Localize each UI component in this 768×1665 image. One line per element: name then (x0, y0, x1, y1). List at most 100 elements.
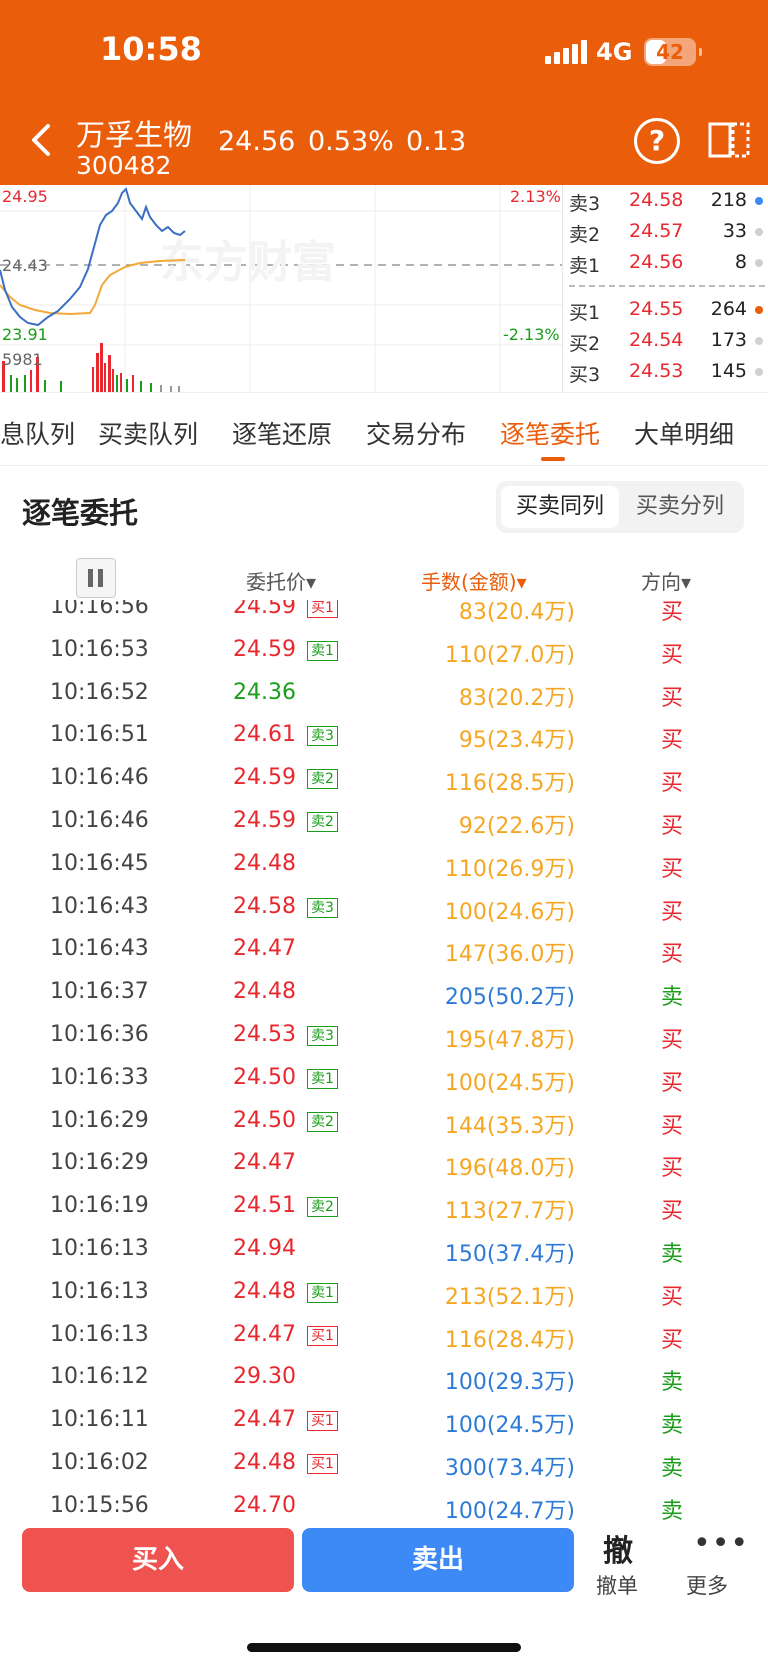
tick-queue-tag: 卖2 (307, 1197, 338, 1218)
book-dot (755, 337, 763, 345)
tick-row: 10:16:46 24.59 卖2 92(22.6万) 买 (0, 802, 768, 845)
tick-time: 10:16:13 (50, 1278, 149, 1304)
tick-amount: 100(24.5万) (444, 1413, 575, 1439)
tick-direction: 买 (661, 1156, 684, 1182)
tick-queue-tag: 卖2 (307, 1111, 338, 1132)
stock-header: 万孚生物 300482 24.56 0.53% 0.13 ? (0, 100, 768, 185)
chart-volume: 5981 (2, 350, 43, 369)
watermark: 东方财富 (160, 238, 336, 287)
intraday-chart[interactable]: 东方财富 24.95 24.43 23.91 2.13% -2.13% 5981 (0, 185, 562, 392)
book-label: 买3 (569, 364, 601, 386)
tick-queue-tag: 卖3 (307, 897, 338, 918)
tab-bid-ask-queue[interactable]: 买卖队列 (98, 415, 198, 451)
col-volume-amount[interactable]: 手数(金额)▾ (421, 566, 527, 595)
tick-row: 10:16:29 24.47 196(48.0万) 买 (0, 1144, 768, 1187)
tab-trade-distribution[interactable]: 交易分布 (366, 415, 466, 451)
column-header: 委托价▾ 手数(金额)▾ 方向▾ (0, 558, 768, 600)
tick-queue-tag: 卖3 (307, 726, 338, 747)
change-amount: 0.13 (406, 126, 467, 157)
stock-name: 万孚生物 (76, 118, 193, 152)
tick-time: 10:16:51 (50, 722, 149, 748)
tick-queue-tag: 卖1 (307, 1068, 338, 1089)
tick-amount: 116(28.5万) (444, 771, 575, 797)
tick-row: 10:16:37 24.48 205(50.2万) 卖 (0, 973, 768, 1016)
tick-amount: 195(47.8万) (444, 1028, 575, 1053)
tick-price: 24.47 (233, 1407, 296, 1433)
book-dot (755, 306, 763, 314)
tick-time: 10:16:53 (50, 636, 149, 662)
book-volume: 8 (734, 251, 747, 273)
tick-time: 10:16:11 (50, 1407, 149, 1433)
tick-queue-tag: 卖2 (307, 812, 338, 832)
tick-direction: 买 (661, 899, 684, 925)
signal-icon (545, 40, 587, 64)
tick-amount: 116(28.4万) (444, 1327, 575, 1353)
tick-time: 10:16:12 (50, 1364, 149, 1390)
book-price: 24.55 (629, 298, 684, 320)
book-price: 24.53 (629, 360, 684, 382)
tick-row: 10:15:56 24.70 100(24.7万) 卖 (0, 1487, 768, 1520)
tab-tick-orders[interactable]: 逐笔委托 (500, 415, 600, 451)
pause-icon[interactable] (76, 558, 116, 598)
col-order-price[interactable]: 委托价▾ (246, 566, 316, 595)
col-direction[interactable]: 方向▾ (641, 566, 691, 595)
tab-tick-restore[interactable]: 逐笔还原 (232, 415, 332, 451)
tick-direction: 买 (661, 1284, 684, 1310)
tick-time: 10:15:56 (50, 1492, 149, 1518)
tick-row: 10:16:56 24.59 买1 83(20.4万) 买 (0, 600, 768, 631)
book-price: 24.58 (629, 189, 684, 211)
tick-amount: 150(37.4万) (444, 1242, 575, 1267)
tick-time: 10:16:02 (50, 1450, 149, 1475)
tick-direction: 买 (661, 1199, 684, 1225)
toggle-split-column[interactable]: 买卖分列 (621, 486, 739, 528)
cancel-order-label[interactable]: 撤单 (596, 1570, 638, 1600)
last-price: 24.56 (218, 126, 296, 157)
more-label[interactable]: 更多 (686, 1570, 728, 1600)
tick-amount: 144(35.3万) (444, 1113, 575, 1139)
tick-row: 10:16:43 24.47 147(36.0万) 买 (0, 930, 768, 973)
tick-direction: 买 (661, 814, 684, 839)
tick-amount: 100(24.6万) (444, 899, 575, 925)
tick-order-list[interactable]: 10:16:56 24.59 买1 83(20.4万) 买 10:16:53 24.59 卖1… (0, 600, 768, 1520)
tick-row: 10:16:52 24.36 83(20.2万) 买 (0, 674, 768, 717)
book-volume: 173 (710, 329, 747, 351)
tick-price: 24.48 (233, 1450, 296, 1475)
tick-time: 10:16:29 (50, 1150, 149, 1176)
bid-3: 买3 24.53 145 (563, 360, 768, 390)
tick-price: 24.59 (233, 600, 296, 619)
tab-info-queue[interactable]: 息队列 (0, 415, 75, 451)
help-icon[interactable]: ? (634, 118, 680, 164)
buy-button[interactable]: 买入 (22, 1528, 294, 1592)
book-dot (755, 368, 763, 376)
tick-time: 10:16:43 (50, 936, 149, 962)
tab-large-orders[interactable]: 大单明细 (634, 415, 734, 451)
tick-amount: 110(27.0万) (444, 642, 575, 668)
tick-row: 10:16:11 24.47 买1 100(24.5万) 卖 (0, 1401, 768, 1444)
tick-direction: 卖 (661, 985, 684, 1011)
book-price: 24.57 (629, 220, 684, 242)
cancel-order-icon[interactable]: 撤 (603, 1526, 633, 1570)
tick-price: 24.94 (233, 1236, 296, 1261)
toggle-same-column[interactable]: 买卖同列 (501, 486, 619, 528)
switch-layout-icon[interactable] (708, 120, 750, 160)
tick-amount: 213(52.1万) (444, 1284, 575, 1310)
ask-2: 卖2 24.57 33 (563, 220, 768, 250)
tick-direction: 买 (661, 1028, 684, 1053)
tick-amount: 205(50.2万) (444, 985, 575, 1011)
active-tab-indicator (541, 457, 565, 461)
back-arrow-icon[interactable] (22, 120, 62, 160)
order-book: 卖3 24.58 218 卖2 24.57 33 卖1 24.56 8 买1 2… (562, 185, 768, 392)
chart-pct-high: 2.13% (510, 187, 561, 206)
tick-time: 10:16:13 (50, 1321, 149, 1347)
more-icon[interactable]: ••• (693, 1526, 749, 1561)
tick-time: 10:16:36 (50, 1022, 149, 1047)
book-label: 卖3 (569, 193, 601, 215)
tab-bar: 息队列 买卖队列 逐笔还原 交易分布 逐笔委托 大单明细 (0, 392, 768, 466)
tick-amount: 110(26.9万) (444, 856, 575, 882)
ask-3: 卖3 24.58 218 (563, 189, 768, 219)
tick-row: 10:16:13 24.47 买1 116(28.4万) 买 (0, 1316, 768, 1359)
sell-button[interactable]: 卖出 (302, 1528, 574, 1592)
tick-time: 10:16:33 (50, 1064, 149, 1090)
tick-amount: 92(22.6万) (458, 814, 575, 839)
stock-code: 300482 (76, 151, 172, 180)
